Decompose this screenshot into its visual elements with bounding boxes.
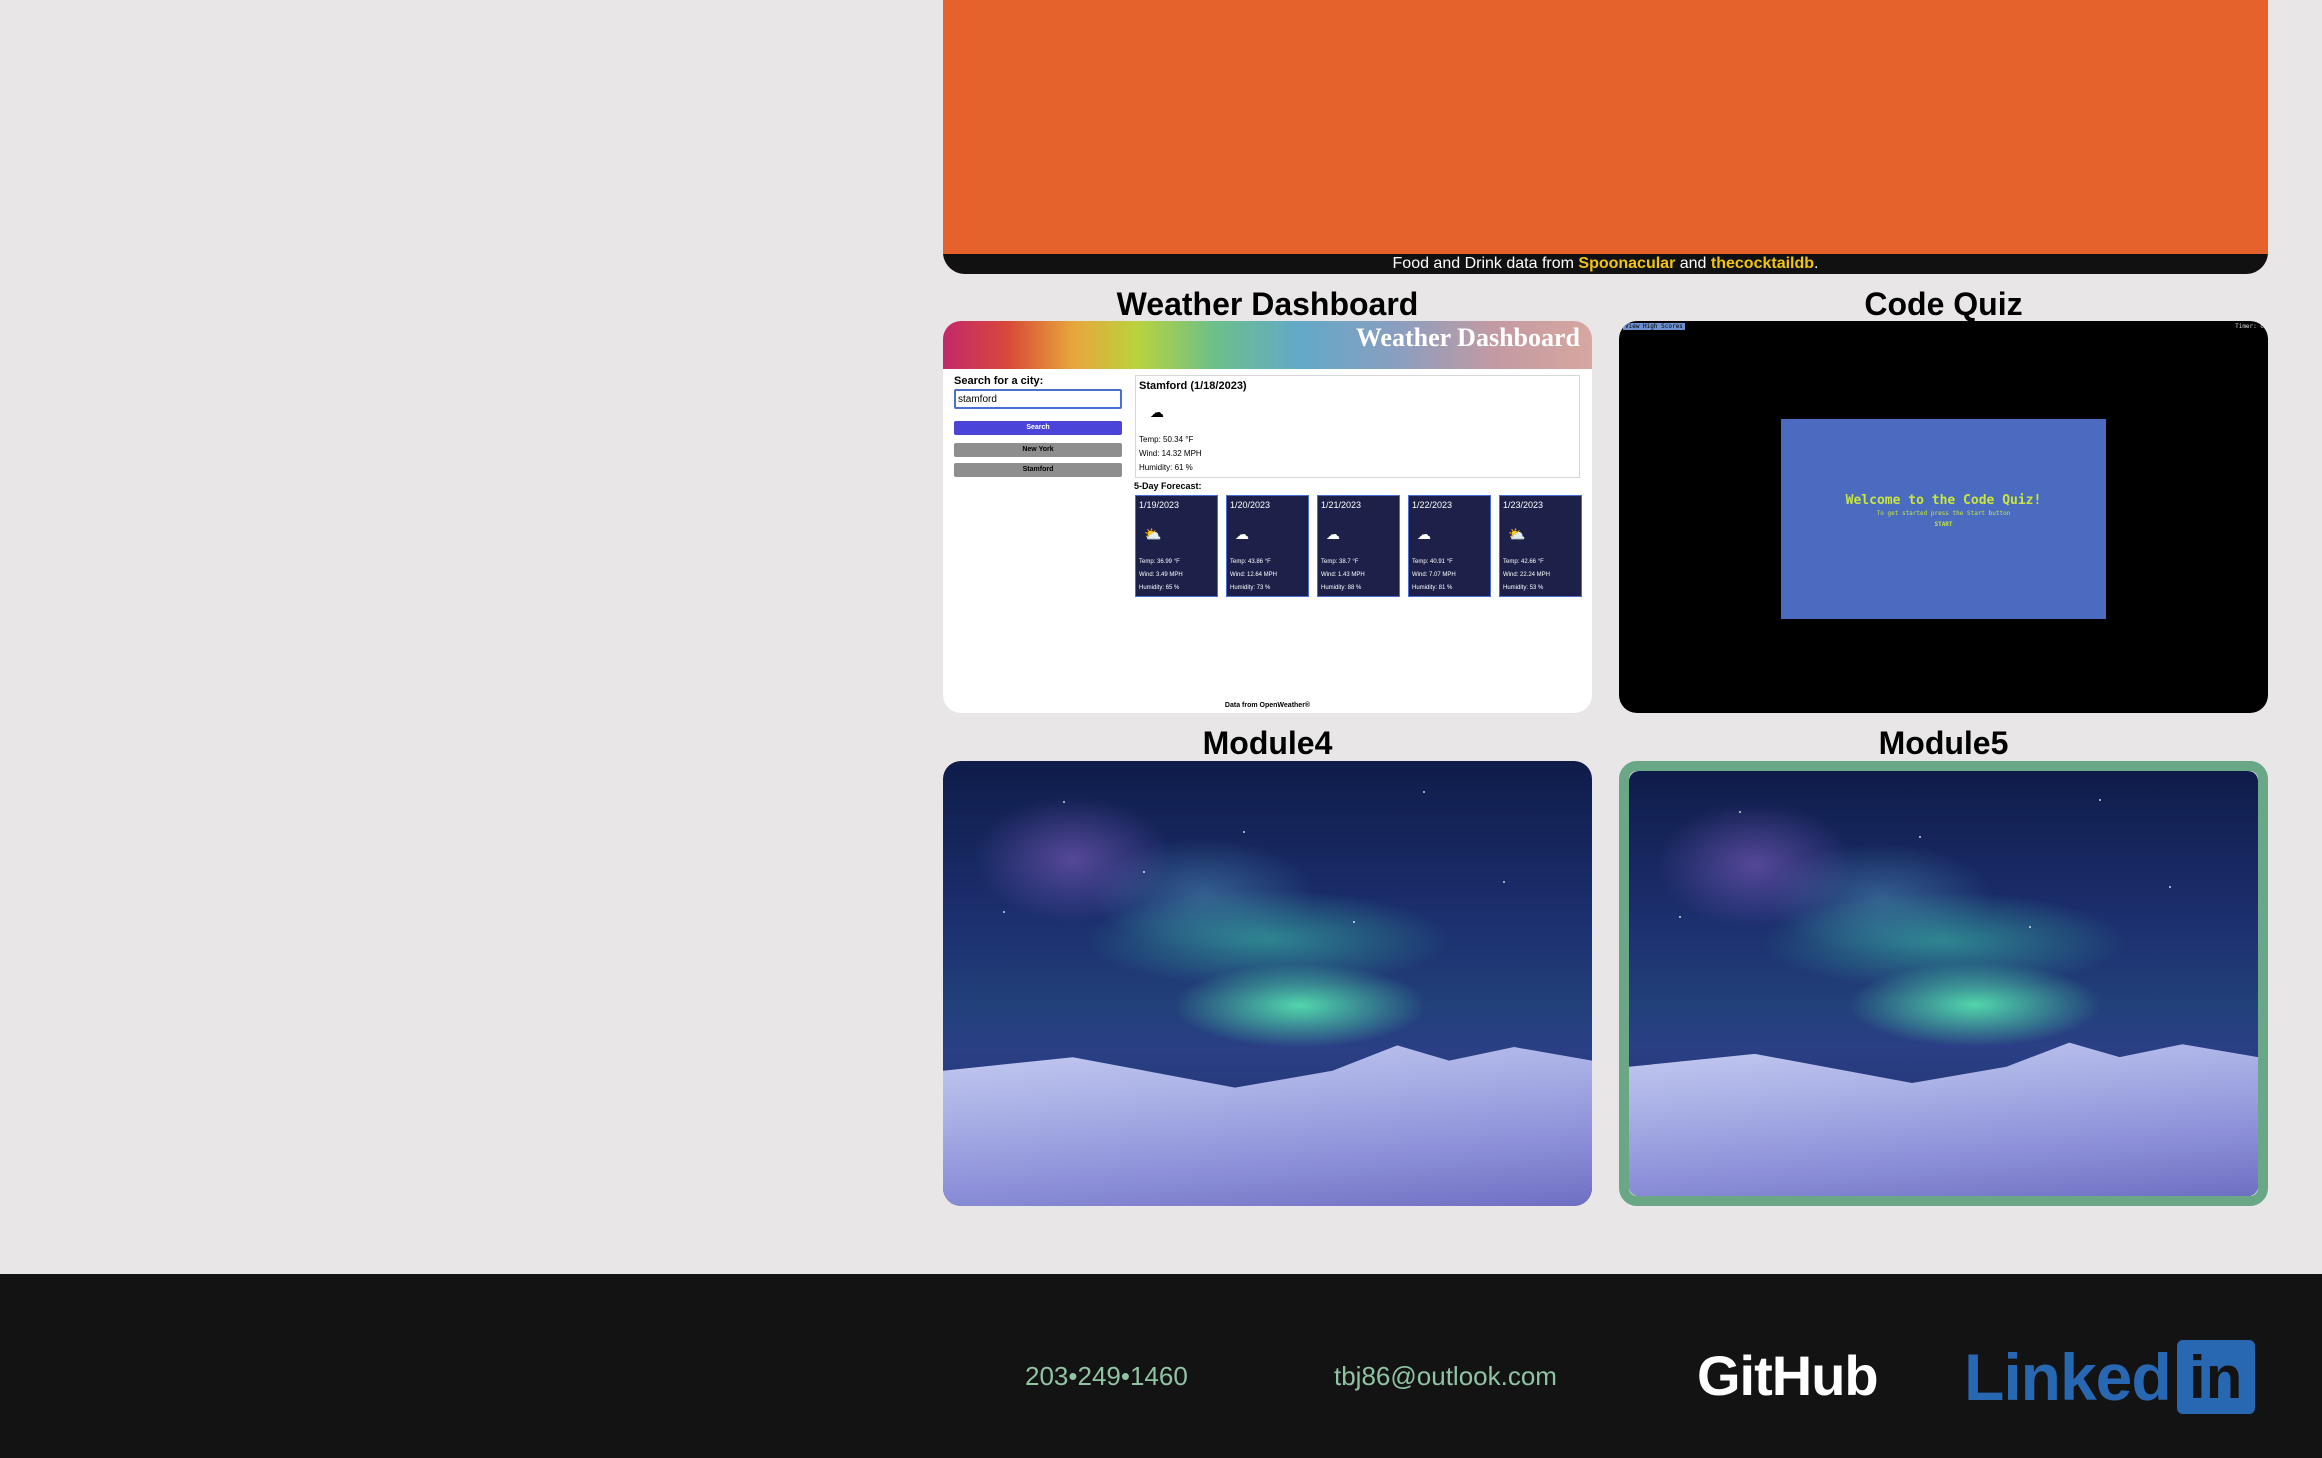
view-high-scores-link[interactable]: View High Scores (1623, 323, 1685, 330)
star (1143, 871, 1145, 873)
project-card-module5[interactable] (1619, 761, 2268, 1206)
forecast-wind: Wind: 12.64 MPH (1230, 572, 1278, 578)
cloud-icon: ☁ (1235, 526, 1249, 542)
linkedin-link[interactable]: Linked in (1964, 1338, 2255, 1416)
forecast-card: 1/23/2023 ⛅ Temp: 42.66 °F Wind: 22.24 MP… (1499, 495, 1582, 597)
project-card-code-quiz[interactable]: View High Scores Timer: 0 Welcome to the… (1619, 321, 2268, 713)
forecast-temp: Temp: 36.99 °F (1139, 559, 1180, 565)
current-city: Stamford (1/18/2023) (1139, 380, 1247, 392)
forecast-date: 1/23/2023 (1503, 500, 1544, 510)
module5-preview-image (1629, 771, 2258, 1196)
current-humidity: Humidity: 61 % (1139, 463, 1193, 472)
project-title-code-quiz: Code Quiz (1864, 286, 2023, 322)
snowy-hills (1629, 1042, 2258, 1196)
weather-banner-title: Weather Dashboard (1355, 323, 1580, 352)
star (1063, 801, 1065, 803)
star (1739, 811, 1741, 813)
forecast-card: 1/21/2023 ☁ Temp: 38.7 °F Wind: 1.43 MPH H… (1317, 495, 1400, 597)
star (1679, 916, 1681, 918)
weather-data-credit: Data from OpenWeather® (1224, 702, 1311, 709)
forecast-card: 1/22/2023 ☁ Temp: 40.91 °F Wind: 7.07 MPH… (1408, 495, 1491, 597)
project-card-module4[interactable] (943, 761, 1592, 1206)
forecast-date: 1/21/2023 (1321, 500, 1362, 510)
sun-cloud-icon: ⛅ (1508, 526, 1526, 542)
star (1003, 911, 1005, 913)
forecast-label: 5-Day Forecast: (1134, 481, 1202, 491)
snowy-hills (943, 1045, 1592, 1206)
search-button[interactable]: Search (954, 421, 1122, 435)
forecast-humidity: Humidity: 73 % (1230, 585, 1271, 591)
forecast-date: 1/20/2023 (1230, 500, 1271, 510)
project-title-weather: Weather Dashboard (1116, 286, 1419, 322)
project-card-food-drink[interactable]: Food and Drink data from Spoonacular and… (943, 0, 2268, 274)
quiz-start-button[interactable]: START (1781, 521, 2106, 528)
forecast-wind: Wind: 1.43 MPH (1321, 572, 1365, 578)
star (2099, 799, 2101, 801)
project-title-module4: Module4 (1202, 725, 1333, 761)
site-footer: 203•249•1460 tbj86@outlook.com GitHub Li… (0, 1274, 2322, 1458)
history-button-new-york[interactable]: New York (954, 443, 1122, 457)
forecast-temp: Temp: 42.66 °F (1503, 559, 1544, 565)
github-link[interactable]: GitHub (1697, 1344, 1879, 1408)
forecast-humidity: Humidity: 88 % (1321, 585, 1362, 591)
phone-link[interactable]: 203•249•1460 (1025, 1361, 1188, 1391)
forecast-humidity: Humidity: 53 % (1503, 585, 1544, 591)
quiz-welcome-box: Welcome to the Code Quiz! To get started… (1781, 419, 2106, 619)
current-wind: Wind: 14.32 MPH (1139, 449, 1202, 458)
quiz-timer: Timer: 0 (2235, 323, 2264, 330)
star (1423, 791, 1425, 793)
current-temp: Temp: 50.34 °F (1139, 435, 1194, 444)
forecast-card: 1/19/2023 ⛅ Temp: 36.99 °F Wind: 3.49 MPH… (1135, 495, 1218, 597)
cocktaildb-link[interactable]: thecocktaildb (1711, 255, 1814, 272)
star (1919, 836, 1921, 838)
spoonacular-link[interactable]: Spoonacular (1578, 255, 1675, 272)
data-credit: Food and Drink data from Spoonacular and… (943, 254, 2268, 274)
forecast-humidity: Humidity: 65 % (1139, 585, 1180, 591)
forecast-temp: Temp: 43.86 °F (1230, 559, 1271, 565)
cloud-icon: ☁ (1326, 526, 1340, 542)
weather-banner: Weather Dashboard (943, 321, 1592, 369)
search-label: Search for a city: (954, 375, 1044, 387)
forecast-humidity: Humidity: 81 % (1412, 585, 1453, 591)
history-button-stamford[interactable]: Stamford (954, 463, 1122, 477)
forecast-date: 1/19/2023 (1139, 500, 1180, 510)
project-title-module5: Module5 (1878, 725, 2009, 761)
forecast-wind: Wind: 7.07 MPH (1412, 572, 1456, 578)
current-weather-panel: Stamford (1/18/2023) ☁ Temp: 50.34 °F Wi… (1135, 375, 1580, 478)
cloud-icon: ☁ (1150, 404, 1164, 420)
forecast-date: 1/22/2023 (1412, 500, 1453, 510)
project-card-weather[interactable]: Weather Dashboard Search for a city: sta… (943, 321, 1592, 713)
star (1243, 831, 1245, 833)
cloud-icon: ☁ (1417, 526, 1431, 542)
email-link[interactable]: tbj86@outlook.com (1334, 1361, 1557, 1391)
city-search-input[interactable]: stamford (954, 389, 1122, 409)
forecast-temp: Temp: 38.7 °F (1321, 559, 1359, 565)
star (1353, 921, 1355, 923)
quiz-heading: Welcome to the Code Quiz! (1845, 493, 2042, 508)
forecast-cards: 1/19/2023 ⛅ Temp: 36.99 °F Wind: 3.49 MPH… (1135, 495, 1583, 597)
forecast-card: 1/20/2023 ☁ Temp: 43.86 °F Wind: 12.64 MP… (1226, 495, 1309, 597)
forecast-wind: Wind: 3.49 MPH (1139, 572, 1183, 578)
star (2169, 886, 2171, 888)
sun-cloud-icon: ⛅ (1144, 526, 1162, 542)
star (1503, 881, 1505, 883)
linkedin-wordmark: Linked (1964, 1340, 2172, 1414)
forecast-wind: Wind: 22.24 MPH (1503, 572, 1551, 578)
star (2029, 926, 2031, 928)
quiz-instructions: To get started press the Start button (1876, 510, 2011, 517)
weather-search-panel: Search for a city: stamford Search New Y… (954, 375, 1122, 477)
linkedin-icon: in (2176, 1340, 2255, 1414)
forecast-temp: Temp: 40.91 °F (1412, 559, 1453, 565)
